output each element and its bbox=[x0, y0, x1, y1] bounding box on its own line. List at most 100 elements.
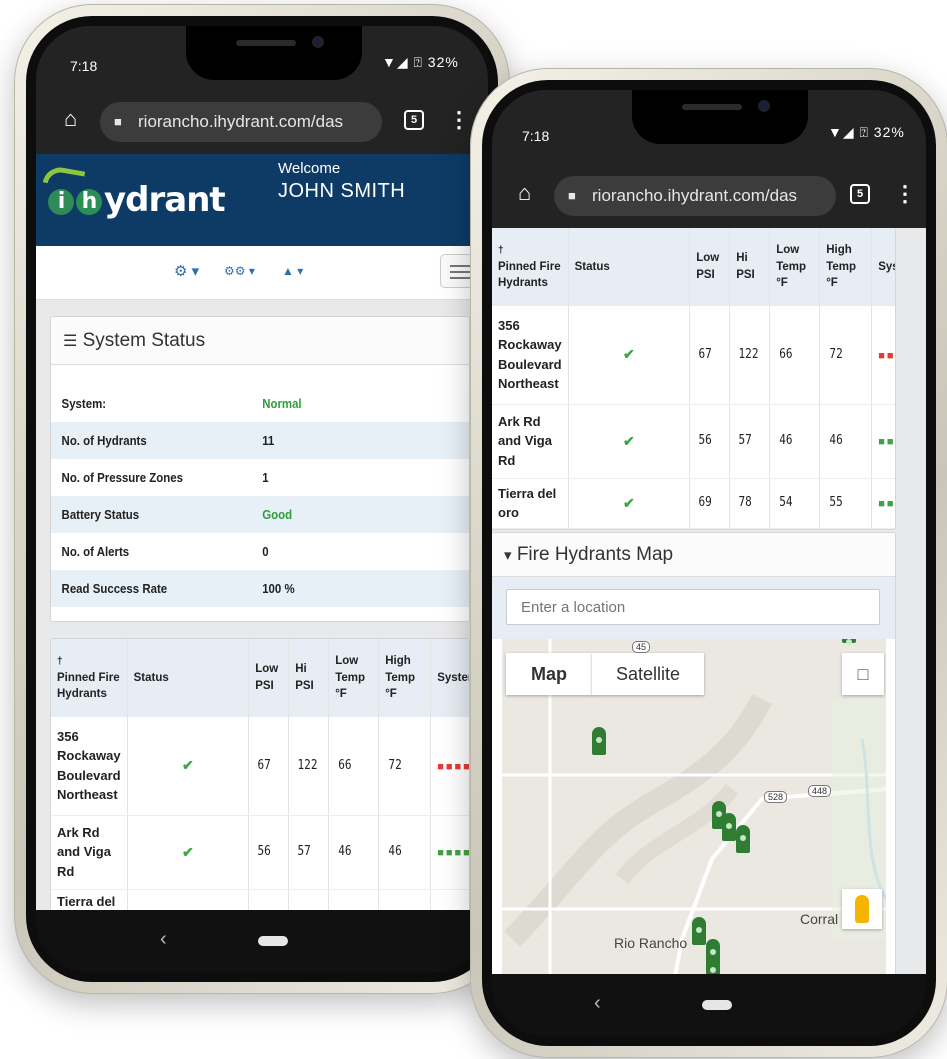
table-row[interactable]: 356 Rockaway Boulevard Northeast ✔ 67 12… bbox=[51, 717, 469, 816]
pegman-button[interactable] bbox=[842, 889, 882, 929]
low-temp: 54 bbox=[773, 478, 817, 529]
system-perf-bar: ■■■■■■ bbox=[430, 717, 469, 816]
system-perf-bar: ■■■■■■ bbox=[871, 306, 895, 405]
admin-menu-icon[interactable]: ⚙⚙ ▾ bbox=[224, 264, 255, 278]
hydrant-name[interactable]: 356 Rockaway Boulevard Northeast bbox=[492, 306, 569, 405]
low-psi: 67 bbox=[251, 717, 287, 816]
low-temp: 46 bbox=[332, 815, 376, 890]
left-menu-icon[interactable]: ⋮ bbox=[448, 107, 470, 133]
left-lock-icon: ■ bbox=[114, 114, 122, 129]
hydrant-marker[interactable] bbox=[842, 639, 856, 645]
right-back-icon[interactable]: ‹ bbox=[594, 992, 601, 1015]
logo-text: ydrant bbox=[104, 180, 226, 220]
pin-icon: † bbox=[498, 244, 504, 256]
map-type-satellite-button[interactable]: Satellite bbox=[592, 653, 704, 695]
hi-psi: 78 bbox=[732, 478, 768, 529]
table-row[interactable]: Ark Rd and Viga Rd ✔ 56 57 46 46 ■■■■■■ bbox=[51, 815, 469, 890]
high-temp: 46 bbox=[382, 815, 428, 890]
low-psi: 56 bbox=[692, 404, 728, 479]
col-header-name: † Pinned Fire Hydrants bbox=[492, 228, 569, 306]
col-header-high-temp: High Temp °F bbox=[819, 228, 873, 306]
hydrant-marker[interactable] bbox=[706, 957, 720, 974]
left-status-battery: ▼◢ ⍰ 32% bbox=[382, 54, 459, 70]
status-label: System: bbox=[61, 396, 107, 411]
high-temp: 72 bbox=[823, 306, 869, 405]
status-value: 1 bbox=[262, 470, 269, 485]
fire-hydrants-map-panel: ▾ Fire Hydrants Map Enter a location Map… bbox=[492, 532, 896, 974]
system-perf-bar: ■■■■■■ bbox=[871, 478, 895, 529]
hydrant-name[interactable]: 356 Rockaway Boulevard Northeast bbox=[51, 717, 128, 816]
col-header-low-psi: Low PSI bbox=[689, 228, 731, 306]
hydrant-name[interactable]: Ark Rd and Viga Rd bbox=[51, 815, 128, 890]
map-panel-title: Fire Hydrants Map bbox=[516, 544, 674, 565]
left-status-bar: 7:18 ▼◢ ⍰ 32% bbox=[36, 26, 488, 90]
hydrant-name[interactable]: Tierra del oro bbox=[492, 478, 569, 529]
left-pinned-hydrants-panel: † Pinned Fire Hydrants Status Low PSI Hi … bbox=[50, 638, 470, 910]
right-url-text: riorancho.ihydrant.com/das bbox=[592, 186, 798, 205]
site-header: i h ydrant Welcome JOHN SMITH bbox=[36, 154, 488, 246]
left-home-icon[interactable]: ⌂ bbox=[64, 106, 77, 132]
system-perf-bar: ■■■■■■ bbox=[871, 404, 895, 479]
low-psi: 69 bbox=[692, 478, 728, 529]
map-panel-header: ▾ Fire Hydrants Map bbox=[492, 533, 895, 577]
fullscreen-button[interactable]: □ bbox=[842, 653, 884, 695]
right-menu-icon[interactable]: ⋮ bbox=[894, 181, 916, 207]
left-tabs-icon[interactable]: 5 bbox=[404, 110, 424, 130]
left-webview: i h ydrant Welcome JOHN SMITH ⚙ ▾ ⚙⚙ ▾ ▲ ▾… bbox=[36, 154, 488, 910]
welcome-label: Welcome bbox=[278, 160, 341, 177]
status-value: Good bbox=[262, 507, 293, 522]
table-row[interactable]: Tierra del bbox=[51, 889, 469, 910]
table-row[interactable]: Tierra del oro ✔ 69 78 54 55 ■■■■■■ bbox=[492, 478, 895, 529]
left-back-icon[interactable]: ‹ bbox=[160, 928, 167, 951]
logo-h-icon: h bbox=[76, 189, 102, 215]
right-phone-screen: 7:18 ▼◢ ⍰ 32% ⌂ ■ riorancho.ihydrant.com… bbox=[492, 90, 926, 1036]
map-label-corrales: Corral bbox=[800, 911, 839, 927]
table-header-row: † Pinned Fire Hydrants Status Low PSI Hi … bbox=[51, 639, 469, 717]
hydrant-marker[interactable] bbox=[736, 825, 750, 853]
google-map[interactable]: Map Satellite □ 528 448 45 Rio Rancho Co… bbox=[502, 639, 886, 974]
logo-leaf-icon bbox=[42, 164, 86, 190]
map-location-input[interactable] bbox=[506, 589, 880, 625]
settings-menu-icon[interactable]: ⚙ ▾ bbox=[174, 262, 199, 280]
hydrant-name[interactable]: Tierra del bbox=[51, 889, 128, 910]
list-icon: ☰ bbox=[63, 333, 78, 350]
left-url-text: riorancho.ihydrant.com/das bbox=[138, 112, 344, 131]
status-label: Read Success Rate bbox=[61, 581, 168, 596]
hydrant-marker[interactable] bbox=[692, 917, 706, 945]
hydrant-marker[interactable] bbox=[722, 813, 736, 841]
col-header-hi-psi: Hi PSI bbox=[288, 639, 330, 717]
col-header-low-temp: Low Temp °F bbox=[328, 639, 380, 717]
left-url-field[interactable]: ■ riorancho.ihydrant.com/das bbox=[100, 102, 382, 142]
right-home-pill[interactable] bbox=[702, 1000, 732, 1010]
user-menu-icon[interactable]: ▲ ▾ bbox=[282, 264, 303, 278]
right-tabs-icon[interactable]: 5 bbox=[850, 184, 870, 204]
system-status-title: System Status bbox=[82, 330, 206, 351]
col-header-high-temp: High Temp °F bbox=[378, 639, 432, 717]
high-temp: 55 bbox=[823, 478, 869, 529]
left-home-pill[interactable] bbox=[258, 936, 288, 946]
map-type-map-button[interactable]: Map bbox=[506, 653, 592, 695]
site-toolbar: ⚙ ▾ ⚙⚙ ▾ ▲ ▾ bbox=[36, 246, 488, 300]
status-label: Battery Status bbox=[61, 507, 140, 522]
col-header-status: Status bbox=[127, 639, 250, 717]
hydrant-name[interactable]: Ark Rd and Viga Rd bbox=[492, 404, 569, 479]
right-phone-frame: 7:18 ▼◢ ⍰ 32% ⌂ ■ riorancho.ihydrant.com… bbox=[470, 68, 947, 1058]
high-temp: 72 bbox=[382, 717, 428, 816]
status-value: 11 bbox=[262, 433, 275, 448]
status-check-icon: ✔ bbox=[127, 717, 250, 816]
map-label-rio-rancho: Rio Rancho bbox=[614, 935, 688, 951]
right-status-battery: ▼◢ ⍰ 32% bbox=[828, 124, 905, 140]
route-shield-448: 448 bbox=[808, 785, 832, 797]
status-label: No. of Pressure Zones bbox=[61, 470, 183, 485]
table-row[interactable]: Ark Rd and Viga Rd ✔ 56 57 46 46 ■■■■■■ bbox=[492, 404, 895, 479]
map-search-wrapper bbox=[492, 577, 895, 639]
right-home-icon[interactable]: ⌂ bbox=[518, 180, 531, 206]
hydrant-marker[interactable] bbox=[592, 727, 606, 755]
system-status-header: ☰ System Status bbox=[51, 317, 469, 365]
right-url-field[interactable]: ■ riorancho.ihydrant.com/das bbox=[554, 176, 836, 216]
status-label: No. of Hydrants bbox=[61, 433, 147, 448]
hi-psi: 122 bbox=[291, 717, 327, 816]
system-status-panel: ☰ System Status System: Normal No. of Hy… bbox=[50, 316, 470, 622]
status-row-alerts: No. of Alerts 0 bbox=[51, 533, 419, 570]
table-row[interactable]: 356 Rockaway Boulevard Northeast ✔ 67 12… bbox=[492, 306, 895, 405]
